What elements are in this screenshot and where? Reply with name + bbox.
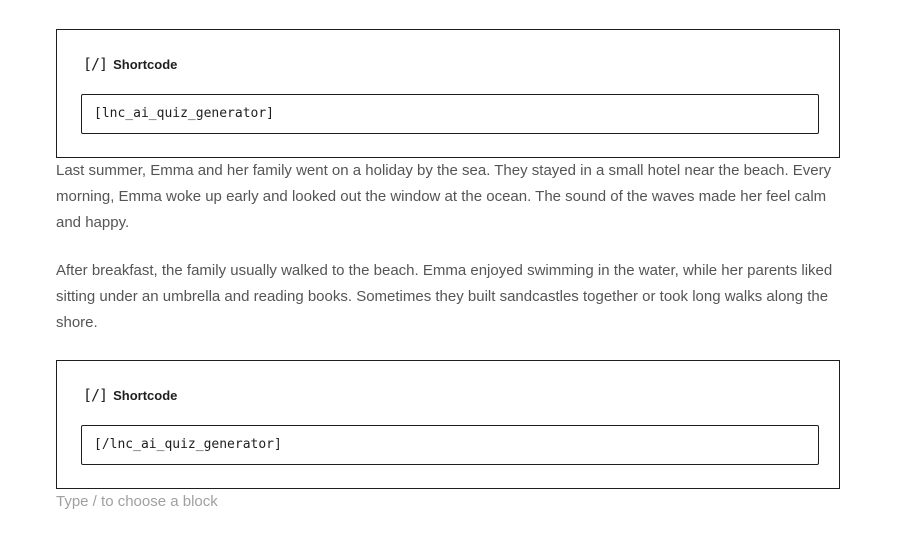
shortcode-icon: [/] — [83, 386, 108, 404]
block-label: Shortcode — [113, 56, 178, 72]
block-header: [/] Shortcode — [83, 55, 177, 73]
block-label: Shortcode — [113, 387, 178, 403]
shortcode-input[interactable]: [lnc_ai_quiz_generator] — [81, 94, 819, 134]
block-appender-placeholder[interactable]: Type / to choose a block — [56, 490, 218, 514]
shortcode-block-closing[interactable]: [/] Shortcode [/lnc_ai_quiz_generator] — [56, 360, 840, 489]
paragraph-block[interactable]: Last summer, Emma and her family went on… — [56, 158, 846, 236]
paragraph-block[interactable]: After breakfast, the family usually walk… — [56, 258, 846, 336]
shortcode-input[interactable]: [/lnc_ai_quiz_generator] — [81, 425, 819, 465]
shortcode-block-opening[interactable]: [/] Shortcode [lnc_ai_quiz_generator] — [56, 29, 840, 158]
block-header: [/] Shortcode — [83, 386, 177, 404]
shortcode-icon: [/] — [83, 55, 108, 73]
